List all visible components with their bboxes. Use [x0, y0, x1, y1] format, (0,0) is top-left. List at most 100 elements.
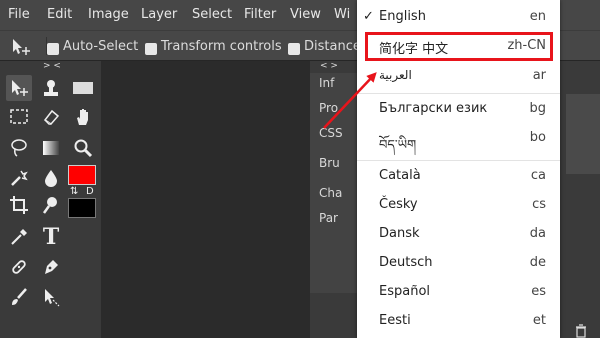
blur-drop-icon: [45, 170, 57, 187]
language-code: es: [531, 284, 546, 299]
language-name: Eesti: [379, 313, 411, 328]
language-name: Česky: [379, 197, 418, 212]
language-code: de: [529, 255, 546, 270]
crop-icon: [10, 196, 28, 214]
tab-paragraph[interactable]: Par: [319, 211, 338, 225]
crop-tool-button[interactable]: [6, 192, 32, 218]
path-select-icon: [45, 289, 60, 307]
highlight-box: [365, 32, 553, 61]
foreground-color-swatch[interactable]: [68, 165, 96, 185]
language-name: العربية: [379, 68, 412, 82]
tab-character[interactable]: Cha: [319, 186, 342, 200]
menu-file[interactable]: File: [8, 7, 30, 22]
stamp-tool-button[interactable]: [38, 75, 64, 101]
tools-panel-collapse[interactable]: > <: [43, 61, 61, 71]
language-name: Dansk: [379, 226, 420, 241]
swap-colors-icon[interactable]: ⇅: [70, 186, 78, 197]
gradient-tool-button[interactable]: [38, 135, 64, 161]
path-select-tool-button[interactable]: [38, 284, 64, 310]
tab-properties[interactable]: Pro: [319, 101, 338, 115]
tab-css[interactable]: CSS: [319, 126, 343, 140]
distances-checkbox[interactable]: [288, 43, 300, 55]
eraser-tool-button[interactable]: [38, 104, 64, 130]
menu-edit[interactable]: Edit: [47, 7, 72, 22]
lasso-icon: [11, 139, 27, 157]
menu-layer[interactable]: Layer: [141, 7, 177, 22]
language-code: ar: [532, 68, 546, 83]
auto-select-checkbox[interactable]: [47, 43, 59, 55]
transform-controls-label: Transform controls: [161, 39, 282, 54]
dodge-icon: [42, 197, 57, 214]
dodge-tool-button[interactable]: [38, 192, 64, 218]
canvas-area[interactable]: [101, 61, 310, 338]
eyedropper-icon: [11, 229, 27, 245]
language-item-ca[interactable]: Català ca: [357, 163, 560, 191]
language-code: da: [529, 226, 546, 241]
right-panel: [560, 61, 600, 338]
tab-info[interactable]: Inf: [319, 76, 334, 90]
transform-controls-checkbox[interactable]: [145, 43, 157, 55]
lasso-tool-button[interactable]: [6, 135, 32, 161]
language-name: Deutsch: [379, 255, 433, 270]
distances-option[interactable]: Distances: [288, 39, 368, 55]
tools-panel: > < ⇅ D T: [0, 61, 101, 338]
side-panel-tabs: < > Inf Pro CSS Bru Cha Par: [310, 61, 357, 338]
trash-icon[interactable]: [574, 324, 588, 338]
language-name: Català: [379, 168, 421, 183]
zoom-icon: [74, 139, 93, 158]
right-panel-area: [566, 94, 600, 174]
healing-tool-button[interactable]: [6, 254, 32, 280]
language-code: cs: [532, 197, 546, 212]
tab-brush[interactable]: Bru: [319, 156, 340, 170]
menu-window[interactable]: Wi: [334, 7, 350, 22]
move-tool-button[interactable]: [6, 75, 32, 101]
auto-select-option[interactable]: Auto-Select: [47, 39, 139, 55]
text-tool-button[interactable]: T: [38, 224, 64, 250]
rectangle-icon: [73, 82, 93, 94]
language-item-ar[interactable]: العربية ar: [357, 63, 560, 91]
background-color-swatch[interactable]: [68, 198, 96, 218]
transform-controls-option[interactable]: Transform controls: [145, 39, 282, 55]
language-code: en: [529, 9, 546, 24]
language-item-bo[interactable]: བོད་ཡིག bo: [357, 125, 560, 153]
eraser-icon: [43, 109, 60, 125]
language-item-et[interactable]: Eesti et: [357, 308, 560, 336]
language-name: Български език: [379, 101, 488, 116]
language-item-de[interactable]: Deutsch de: [357, 250, 560, 278]
language-item-es[interactable]: Español es: [357, 279, 560, 307]
bandage-icon: [12, 260, 26, 274]
hand-icon: [77, 109, 88, 125]
auto-select-label: Auto-Select: [63, 39, 139, 54]
marquee-tool-button[interactable]: [6, 104, 32, 130]
quick-select-tool-button[interactable]: [6, 165, 32, 191]
menu-select[interactable]: Select: [192, 7, 232, 22]
language-item-cs[interactable]: Česky cs: [357, 192, 560, 220]
language-name: བོད་ཡིག: [379, 138, 417, 153]
menu-view[interactable]: View: [290, 7, 321, 22]
eyedropper-tool-button[interactable]: [6, 224, 32, 250]
language-item-en[interactable]: ✓ English en: [357, 4, 560, 32]
move-icon: [12, 80, 28, 96]
menu-separator: [357, 160, 560, 161]
quick-select-icon: [11, 170, 28, 186]
default-colors-icon[interactable]: D: [86, 186, 94, 197]
language-item-da[interactable]: Dansk da: [357, 221, 560, 249]
blur-tool-button[interactable]: [38, 165, 64, 191]
marquee-icon: [10, 109, 28, 124]
language-code: bg: [529, 101, 546, 116]
brush-tool-button[interactable]: [6, 284, 32, 310]
check-icon: ✓: [363, 9, 374, 24]
zoom-tool-button[interactable]: [70, 135, 96, 161]
brush-icon: [12, 288, 27, 305]
move-tool-icon[interactable]: [10, 37, 32, 57]
hand-tool-button[interactable]: [70, 104, 96, 130]
menu-filter[interactable]: Filter: [244, 7, 276, 22]
language-item-bg[interactable]: Български език bg: [357, 96, 560, 124]
language-code: ca: [530, 168, 546, 183]
menu-image[interactable]: Image: [88, 7, 129, 22]
side-panel-tab-list: Inf Pro CSS Bru Cha Par: [310, 73, 357, 293]
pen-tool-button[interactable]: [38, 254, 64, 280]
stamp-icon: [44, 80, 58, 96]
side-panel-collapse[interactable]: < >: [320, 61, 338, 71]
rectangle-tool-button[interactable]: [70, 75, 96, 101]
